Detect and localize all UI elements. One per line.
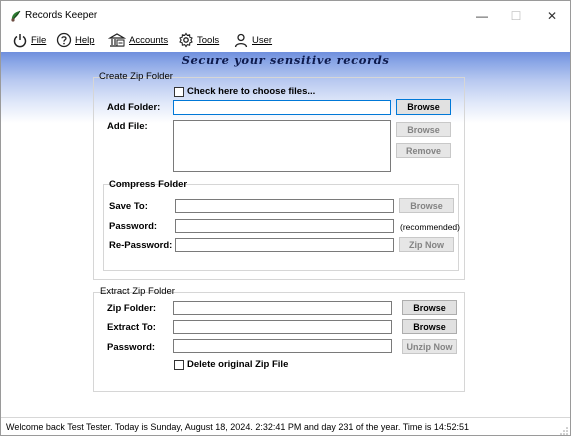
compress-password-label: Password: <box>109 221 158 232</box>
repassword-input[interactable] <box>175 238 394 252</box>
save-to-label: Save To: <box>109 201 148 212</box>
menu-accounts[interactable]: Accounts <box>108 31 168 49</box>
zip-folder-label: Zip Folder: <box>107 303 157 314</box>
add-folder-browse-button[interactable]: Browse <box>396 99 451 115</box>
save-to-browse-button[interactable]: Browse <box>399 198 454 213</box>
extract-zip-legend: Extract Zip Folder <box>100 286 175 297</box>
add-file-label: Add File: <box>107 121 148 132</box>
app-window: Records Keeper — ☐ ✕ File Help Accounts … <box>0 0 571 436</box>
add-file-list[interactable] <box>173 120 391 172</box>
extract-to-input[interactable] <box>173 320 392 334</box>
maximize-button[interactable]: ☐ <box>501 5 531 27</box>
menu-file[interactable]: File <box>12 31 46 49</box>
delete-original-checkbox[interactable] <box>174 360 184 370</box>
user-icon <box>234 33 248 48</box>
create-zip-legend: Create Zip Folder <box>99 71 173 82</box>
close-icon: ✕ <box>546 9 558 23</box>
repassword-label: Re-Password: <box>109 240 173 251</box>
maximize-icon: ☐ <box>510 9 522 23</box>
zip-now-button[interactable]: Zip Now <box>399 237 454 252</box>
zip-folder-browse-button[interactable]: Browse <box>402 300 457 315</box>
choose-files-label: Check here to choose files... <box>187 86 316 97</box>
password-recommended-note: (recommended) <box>400 222 460 232</box>
menu-tools[interactable]: Tools <box>178 31 219 49</box>
extract-to-label: Extract To: <box>107 322 156 333</box>
title-bar: Records Keeper — ☐ ✕ <box>1 1 570 31</box>
extract-to-browse-button[interactable]: Browse <box>402 319 457 334</box>
gear-icon <box>179 32 193 48</box>
add-folder-label: Add Folder: <box>107 102 161 113</box>
menu-tools-label: Tools <box>197 34 220 46</box>
compress-folder-legend: Compress Folder <box>109 179 188 190</box>
menu-accounts-label: Accounts <box>129 34 169 46</box>
menu-bar: File Help Accounts Tools User <box>1 28 570 52</box>
banner-slogan: Secure your sensitive records <box>181 53 390 67</box>
help-icon <box>56 32 72 48</box>
zip-folder-input[interactable] <box>173 301 392 315</box>
minimize-button[interactable]: — <box>467 5 497 27</box>
compress-password-input[interactable] <box>175 219 394 233</box>
choose-files-checkbox[interactable] <box>174 87 184 97</box>
status-bar: Welcome back Test Tester. Today is Sunda… <box>1 417 570 435</box>
minimize-icon: — <box>476 9 488 23</box>
close-button[interactable]: ✕ <box>537 5 567 27</box>
menu-help[interactable]: Help <box>56 31 95 49</box>
delete-original-label: Delete original Zip File <box>187 359 289 370</box>
bank-icon <box>108 33 126 47</box>
power-icon <box>13 34 27 48</box>
menu-help-label: Help <box>75 34 95 46</box>
save-to-input[interactable] <box>175 199 394 213</box>
unzip-now-button[interactable]: Unzip Now <box>402 339 457 354</box>
add-file-browse-button[interactable]: Browse <box>396 122 451 137</box>
status-text: Welcome back Test Tester. Today is Sunda… <box>6 422 469 432</box>
window-title: Records Keeper <box>25 10 98 21</box>
extract-password-input[interactable] <box>173 339 392 353</box>
remove-file-button[interactable]: Remove <box>396 143 451 158</box>
menu-user-label: User <box>252 34 273 46</box>
extract-password-label: Password: <box>107 342 156 353</box>
add-folder-input[interactable] <box>173 100 391 115</box>
resize-grip-icon[interactable] <box>560 427 568 435</box>
app-logo-icon <box>11 10 21 22</box>
menu-file-label: File <box>31 34 47 46</box>
menu-user[interactable]: User <box>233 31 272 49</box>
